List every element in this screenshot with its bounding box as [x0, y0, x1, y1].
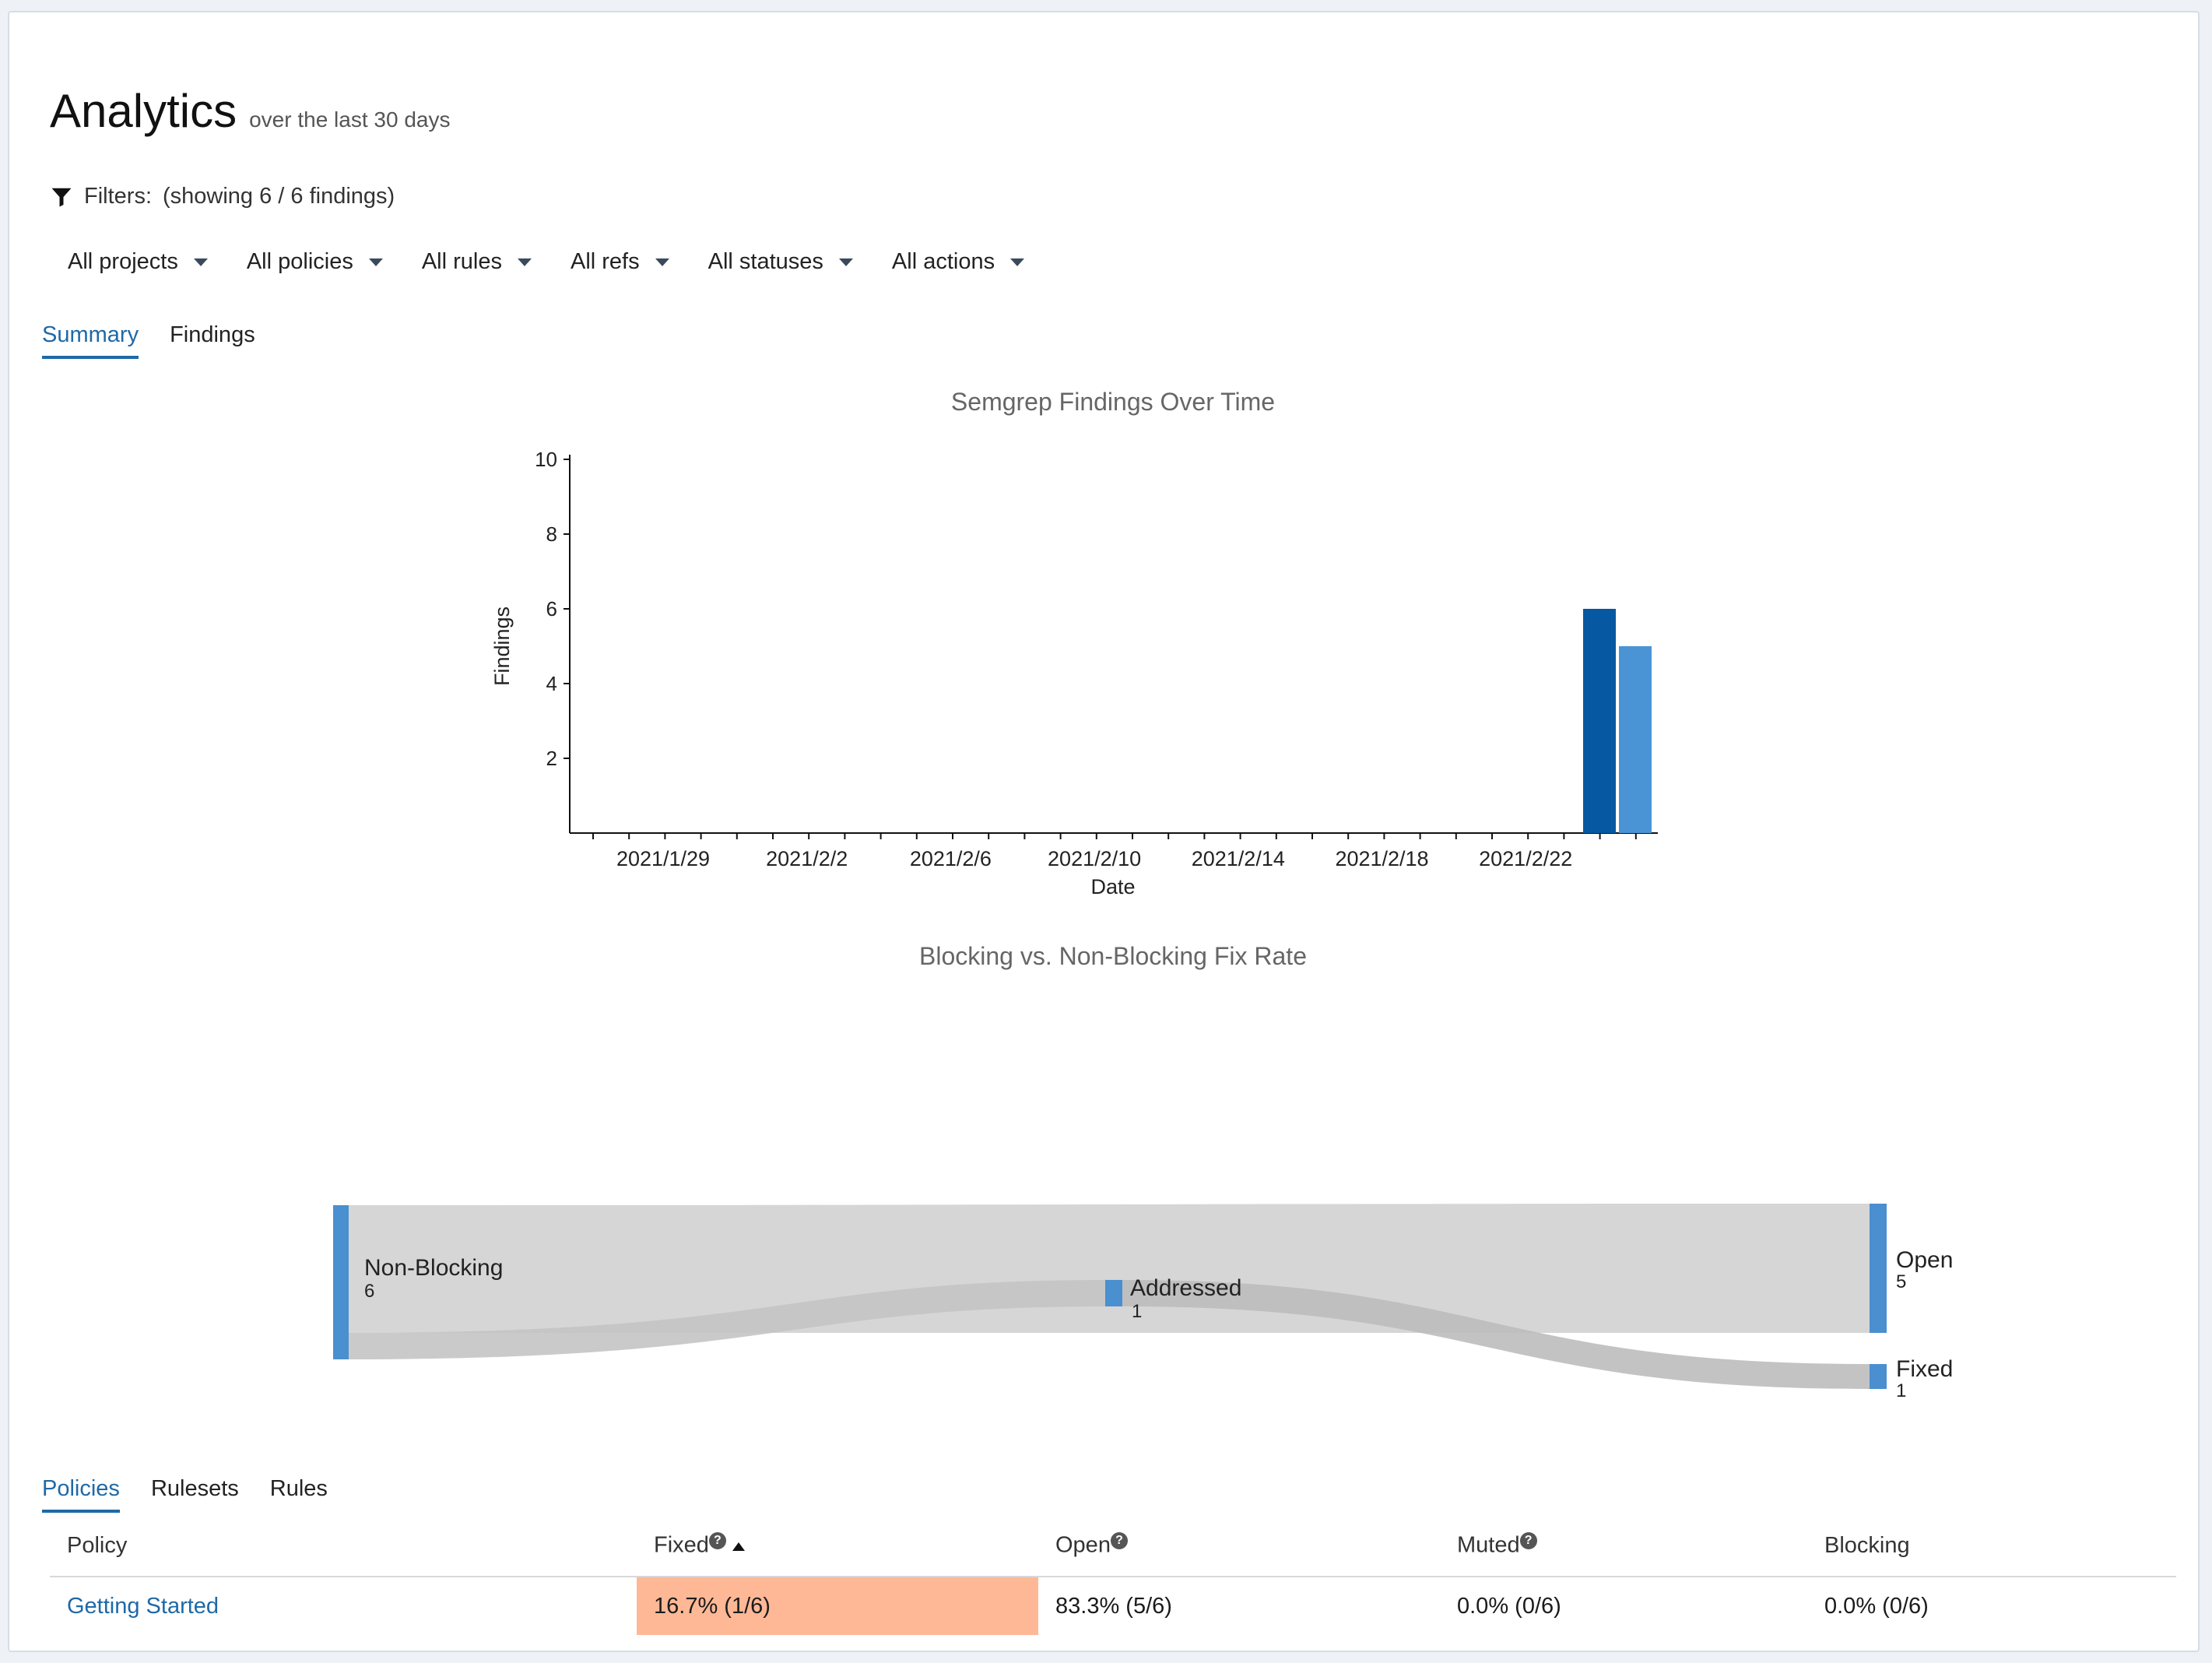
sankey-label-fixed: Fixed: [1896, 1356, 1953, 1382]
y-tick-label: 2: [546, 747, 557, 770]
header-muted[interactable]: Muted?: [1457, 1532, 1537, 1559]
header-open[interactable]: Open?: [1055, 1532, 1128, 1559]
sankey-chart: Non-Blocking 6 Addressed 1 Open 5 Fixed …: [333, 1204, 1953, 1401]
sankey-value-fixed: 1: [1896, 1380, 1906, 1401]
sort-ascending-icon: [732, 1542, 745, 1551]
y-tick-label: 10: [535, 448, 557, 471]
table-row: Getting Started 16.7% (1/6) 83.3% (5/6) …: [50, 1577, 2176, 1635]
sankey-value-nonblocking: 6: [364, 1281, 374, 1302]
statuses-dropdown[interactable]: All statuses: [708, 249, 853, 275]
chevron-down-icon: [517, 258, 532, 266]
page-title: Analytics: [50, 85, 237, 137]
actions-dropdown-label: All actions: [891, 249, 995, 274]
sankey-node-fixed: [1870, 1364, 1887, 1389]
sankey-value-open: 5: [1896, 1271, 1906, 1292]
tab-rulesets[interactable]: Rulesets: [151, 1476, 239, 1513]
page-subtitle: over the last 30 days: [249, 107, 451, 132]
statuses-dropdown-label: All statuses: [707, 249, 823, 274]
bar-2021/2/25: [1619, 646, 1652, 833]
findings-chart: 2 4 6 8 10 2021/1/29 2021/2/2 2021/2/6 2021/2/10…: [490, 448, 1658, 898]
table-header: Policy Fixed? Open? Muted? Blocking: [50, 1515, 2176, 1577]
projects-dropdown[interactable]: All projects: [68, 249, 208, 275]
chevron-down-icon: [838, 258, 853, 266]
sankey-node-addressed: [1105, 1280, 1122, 1306]
policies-dropdown[interactable]: All policies: [247, 249, 383, 275]
chevron-down-icon: [193, 258, 208, 266]
sankey-node-nonblocking: [333, 1205, 349, 1359]
y-axis-title: Findings: [490, 606, 514, 686]
x-tick-label: 2021/2/18: [1335, 847, 1428, 870]
actions-dropdown[interactable]: All actions: [891, 249, 1025, 275]
sankey-label-nonblocking: Non-Blocking: [364, 1255, 503, 1281]
cell-blocking: 0.0% (0/6): [1824, 1593, 1929, 1619]
y-tick-label: 8: [546, 522, 557, 546]
sankey-label-addressed: Addressed: [1130, 1275, 1241, 1301]
tab-summary[interactable]: Summary: [42, 322, 139, 359]
x-axis-title: Date: [1090, 875, 1135, 898]
findings-chart-title: Semgrep Findings Over Time: [950, 388, 1276, 416]
header-policy[interactable]: Policy: [67, 1533, 127, 1559]
help-icon[interactable]: ?: [708, 1532, 726, 1550]
main-tabs: Summary Findings: [42, 322, 255, 359]
tab-findings[interactable]: Findings: [170, 322, 255, 359]
header-muted-label: Muted: [1457, 1532, 1520, 1558]
filter-dropdowns: All projects All policies All rules All …: [68, 249, 1025, 275]
refs-dropdown[interactable]: All refs: [571, 249, 669, 275]
header-fixed[interactable]: Fixed?: [654, 1532, 745, 1559]
filter-icon: [51, 188, 72, 206]
refs-dropdown-label: All refs: [570, 249, 640, 274]
filters-summary: Filters: (showing 6 / 6 findings): [50, 184, 395, 209]
cell-open: 83.3% (5/6): [1055, 1593, 1172, 1619]
x-tick-label: 2021/2/22: [1479, 847, 1572, 870]
x-tick-label: 2021/2/2: [766, 847, 848, 870]
bottom-tabs: Policies Rulesets Rules: [42, 1476, 328, 1513]
bar-2021/2/24: [1583, 609, 1616, 833]
header-open-label: Open: [1055, 1532, 1111, 1558]
sankey-label-open: Open: [1896, 1247, 1953, 1273]
x-tick-label: 2021/2/10: [1048, 847, 1141, 870]
analytics-panel: Analytics over the last 30 days Filters:…: [8, 11, 2200, 1652]
policies-table: Policy Fixed? Open? Muted? Blocking Gett…: [50, 1515, 2176, 1635]
help-icon[interactable]: ?: [1519, 1532, 1537, 1550]
sankey-value-addressed: 1: [1132, 1301, 1142, 1322]
sankey-node-open: [1870, 1204, 1887, 1333]
x-tick-label: 2021/1/29: [616, 847, 710, 870]
x-tick-label: 2021/2/14: [1192, 847, 1285, 870]
cell-fixed: 16.7% (1/6): [654, 1593, 771, 1619]
sankey-link-nonblocking-open: [349, 1204, 1870, 1333]
y-tick-label: 4: [546, 672, 557, 695]
projects-dropdown-label: All projects: [68, 249, 178, 274]
header-blocking[interactable]: Blocking: [1824, 1533, 1910, 1559]
help-icon[interactable]: ?: [1110, 1532, 1128, 1550]
chevron-down-icon: [1010, 258, 1025, 266]
filters-label: Filters:: [84, 184, 152, 209]
page-header: Analytics over the last 30 days: [50, 84, 450, 138]
rules-dropdown[interactable]: All rules: [422, 249, 532, 275]
cell-muted: 0.0% (0/6): [1457, 1593, 1561, 1619]
header-fixed-label: Fixed: [654, 1532, 709, 1558]
y-tick-label: 6: [546, 597, 557, 621]
tab-policies[interactable]: Policies: [42, 1476, 120, 1513]
tab-rules[interactable]: Rules: [270, 1476, 328, 1513]
rules-dropdown-label: All rules: [421, 249, 502, 274]
policy-link[interactable]: Getting Started: [67, 1594, 219, 1619]
policies-dropdown-label: All policies: [246, 249, 353, 274]
sankey-title: Blocking vs. Non-Blocking Fix Rate: [919, 942, 1307, 970]
chevron-down-icon: [368, 258, 383, 266]
filters-count: (showing 6 / 6 findings): [163, 184, 395, 209]
chevron-down-icon: [655, 258, 669, 266]
x-tick-label: 2021/2/6: [910, 847, 992, 870]
